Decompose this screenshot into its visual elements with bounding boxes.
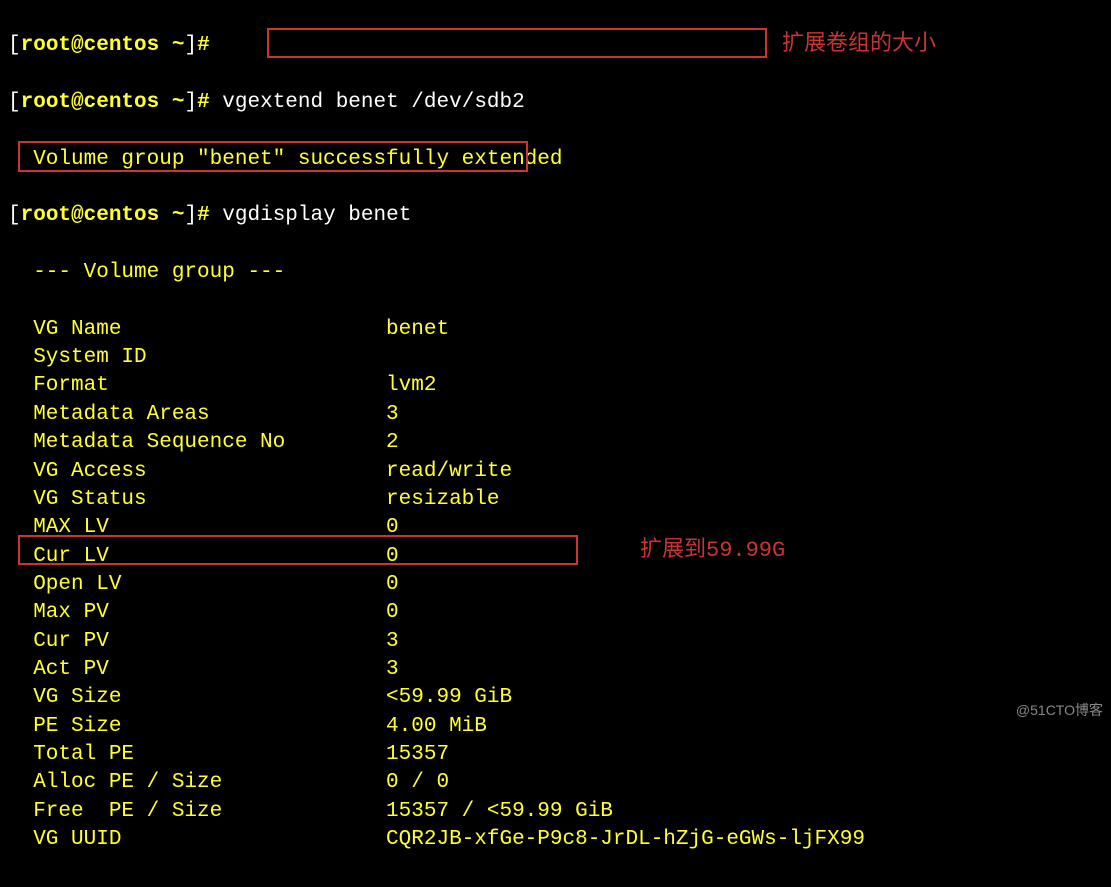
field-row: VG UUID CQR2JB-xfGe-P9c8-JrDL-hZjG-eGWs-… — [8, 826, 1103, 854]
field-row: Metadata Areas 3 — [8, 401, 1103, 429]
field-row: PE Size 4.00 MiB — [8, 713, 1103, 741]
field-row: System ID — [8, 344, 1103, 372]
field-row: VG Access read/write — [8, 458, 1103, 486]
cmd-line-vgextend[interactable]: [root@centos ~]# vgextend benet /dev/sdb… — [8, 89, 1103, 117]
field-row: Metadata Sequence No 2 — [8, 429, 1103, 457]
field-row: Max PV 0 — [8, 599, 1103, 627]
watermark: @51CTO博客 — [1016, 701, 1103, 720]
field-row: VG Status resizable — [8, 486, 1103, 514]
field-row: Open LV 0 — [8, 571, 1103, 599]
terminal-output: [root@centos ~]# [root@centos ~]# vgexte… — [0, 0, 1111, 887]
field-row: Total PE 15357 — [8, 741, 1103, 769]
field-row: VG Name benet — [8, 316, 1103, 344]
prompt-line-empty: [root@centos ~]# — [8, 32, 1103, 60]
field-row: Free PE / Size 15357 / <59.99 GiB — [8, 798, 1103, 826]
output-header: --- Volume group --- — [8, 259, 1103, 287]
annotation-size: 扩展到59.99G — [640, 536, 785, 566]
field-row: VG Size <59.99 GiB — [8, 684, 1103, 712]
field-row: MAX LV 0 — [8, 514, 1103, 542]
field-row: Cur PV 3 — [8, 628, 1103, 656]
field-row: Cur LV 0 — [8, 543, 1103, 571]
output-success: Volume group "benet" successfully extend… — [8, 146, 1103, 174]
annotation-extend-vg: 扩展卷组的大小 — [782, 30, 936, 60]
cmd-line-vgdisplay[interactable]: [root@centos ~]# vgdisplay benet — [8, 202, 1103, 230]
field-row: Alloc PE / Size 0 / 0 — [8, 769, 1103, 797]
field-row: Act PV 3 — [8, 656, 1103, 684]
field-row: Format lvm2 — [8, 372, 1103, 400]
